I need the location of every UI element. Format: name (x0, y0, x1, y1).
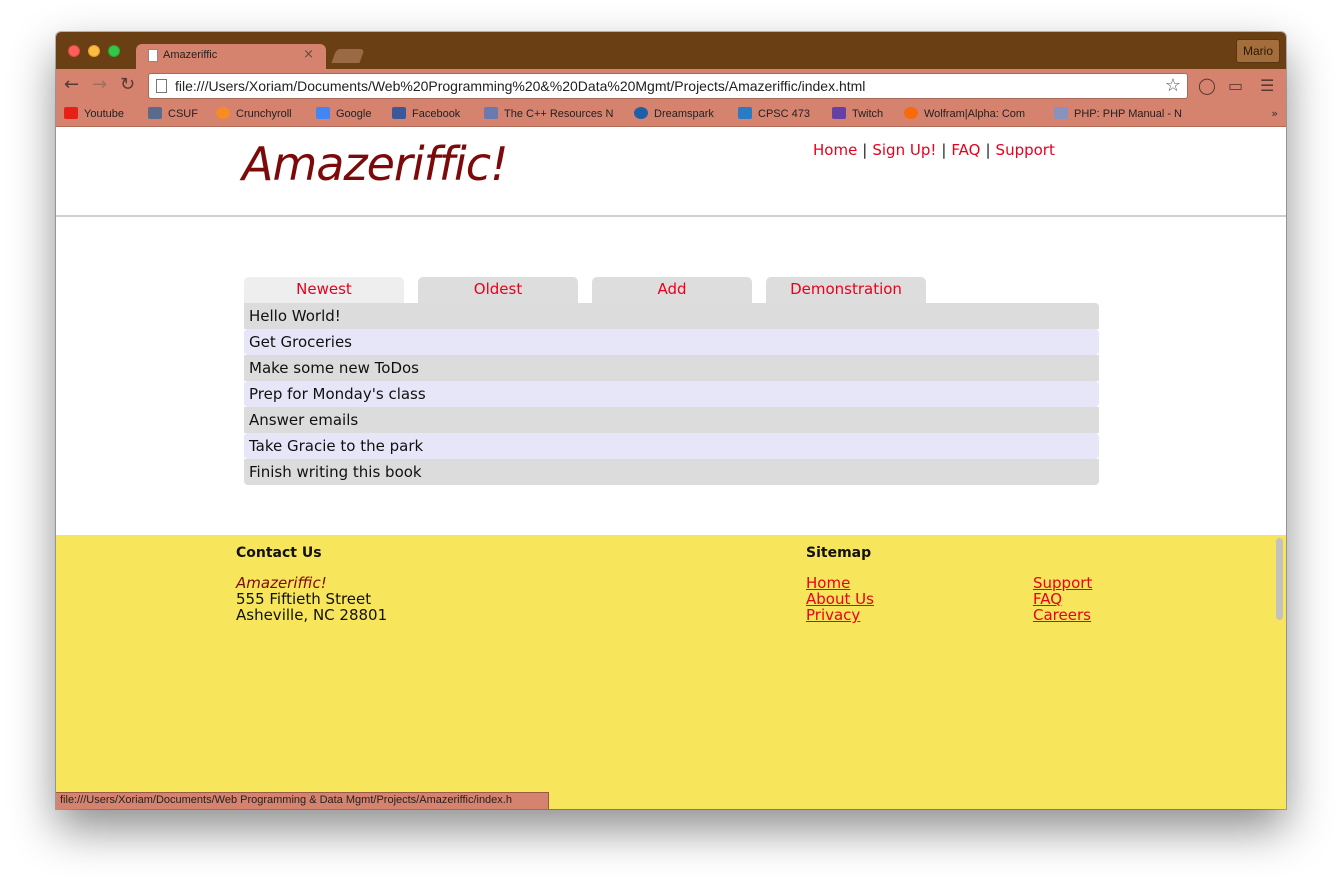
bookmark-facebook[interactable]: Facebook (392, 107, 460, 121)
profile-button[interactable]: Mario (1235, 39, 1280, 63)
browser-tab[interactable]: Amazeriffic × (136, 44, 326, 70)
google-icon (316, 107, 330, 119)
crunchyroll-icon (216, 107, 230, 119)
sitemap-support-link[interactable]: Support (1033, 575, 1092, 591)
bookmark-csuf[interactable]: CSUF (148, 107, 198, 121)
sitemap-privacy-link[interactable]: Privacy (806, 607, 860, 623)
url-text[interactable]: file:///Users/Xoriam/Documents/Web%20Pro… (175, 78, 865, 94)
site-logo: Amazeriffic! (242, 137, 509, 191)
back-arrow-icon[interactable]: ← (64, 74, 79, 96)
document-icon (148, 49, 158, 62)
todo-item: Make some new ToDos (244, 355, 1099, 381)
nav-separator: | (941, 141, 947, 159)
csuf-icon (148, 107, 162, 119)
extension-icon[interactable]: ◯ (1198, 77, 1216, 95)
sitemap-home-link[interactable]: Home (806, 575, 850, 591)
nav-signup-link[interactable]: Sign Up! (872, 141, 936, 159)
todo-item: Prep for Monday's class (244, 381, 1099, 407)
bookmark-google[interactable]: Google (316, 107, 371, 121)
title-bar: Amazeriffic × Mario (56, 32, 1286, 70)
php-icon (1054, 107, 1068, 119)
maximize-window-button[interactable] (108, 45, 120, 57)
more-bookmarks-icon[interactable]: » (1271, 107, 1278, 120)
cpsc-icon (738, 107, 752, 119)
browser-window: Amazeriffic × Mario ← → ↻ file:///Users/… (56, 32, 1286, 809)
tab-newest[interactable]: Newest (244, 277, 404, 303)
page-scrollbar[interactable] (1272, 535, 1286, 625)
sitemap-heading: Sitemap (806, 545, 872, 561)
dreamspark-icon (634, 107, 648, 119)
scrollbar-thumb[interactable] (1276, 538, 1283, 620)
nav-home-link[interactable]: Home (813, 141, 857, 159)
cpp-icon (484, 107, 498, 119)
header-divider (56, 215, 1286, 217)
bookmark-php-manual[interactable]: PHP: PHP Manual - N (1054, 107, 1182, 121)
status-bar-url: file:///Users/Xoriam/Documents/Web Progr… (56, 792, 549, 809)
footer-address-line1: 555 Fiftieth Street (236, 590, 372, 608)
tab-oldest[interactable]: Oldest (418, 277, 578, 303)
bookmark-youtube[interactable]: Youtube (64, 107, 124, 121)
minimize-window-button[interactable] (88, 45, 100, 57)
address-bar[interactable]: file:///Users/Xoriam/Documents/Web%20Pro… (148, 73, 1188, 99)
bookmark-twitch[interactable]: Twitch (832, 107, 883, 121)
menu-icon[interactable]: ☰ (1260, 77, 1274, 95)
new-tab-button[interactable] (331, 49, 365, 63)
todo-item: Get Groceries (244, 329, 1099, 355)
todo-item: Hello World! (244, 303, 1099, 329)
footer: Contact Us Amazeriffic! 555 Fiftieth Str… (56, 535, 1286, 809)
page-icon (156, 79, 167, 93)
wolfram-icon (904, 107, 918, 119)
bookmarks-bar: Youtube CSUF Crunchyroll Google Facebook… (56, 103, 1286, 127)
facebook-icon (392, 107, 406, 119)
bookmark-dreamspark[interactable]: Dreamspark (634, 107, 714, 121)
tab-title: Amazeriffic (163, 49, 218, 61)
forward-arrow-icon[interactable]: → (92, 74, 107, 96)
sitemap-faq-link[interactable]: FAQ (1033, 591, 1062, 607)
bookmark-crunchyroll[interactable]: Crunchyroll (216, 107, 292, 121)
nav-separator: | (862, 141, 868, 159)
sitemap-careers-link[interactable]: Careers (1033, 607, 1091, 623)
tab-add[interactable]: Add (592, 277, 752, 303)
sitemap-about-link[interactable]: About Us (806, 591, 874, 607)
todo-item: Answer emails (244, 407, 1099, 433)
bookmark-wolfram[interactable]: Wolfram|Alpha: Com (904, 107, 1025, 121)
youtube-icon (64, 107, 78, 119)
todo-item: Take Gracie to the park (244, 433, 1099, 459)
contact-heading: Contact Us (236, 545, 322, 561)
twitch-icon (832, 107, 846, 119)
footer-company-name: Amazeriffic! (236, 574, 327, 592)
browser-toolbar: ← → ↻ file:///Users/Xoriam/Documents/Web… (56, 69, 1286, 103)
footer-address-line2: Asheville, NC 28801 (236, 606, 388, 624)
nav-faq-link[interactable]: FAQ (951, 141, 980, 159)
nav-support-link[interactable]: Support (996, 141, 1055, 159)
bookmark-star-icon[interactable]: ☆ (1165, 75, 1181, 96)
bookmark-cpp-resources[interactable]: The C++ Resources N (484, 107, 613, 121)
bookmark-cpsc-473[interactable]: CPSC 473 (738, 107, 810, 121)
page-content: Amazeriffic! Home | Sign Up! | FAQ | Support N… (56, 127, 1286, 809)
cast-icon[interactable]: ▭ (1228, 77, 1243, 95)
nav-separator: | (985, 141, 991, 159)
reload-icon[interactable]: ↻ (120, 74, 135, 96)
close-window-button[interactable] (68, 45, 80, 57)
top-navigation: Home | Sign Up! | FAQ | Support (813, 141, 1055, 159)
tab-close-icon[interactable]: × (303, 47, 314, 62)
todo-item: Finish writing this book (244, 459, 1099, 485)
tab-demonstration[interactable]: Demonstration (766, 277, 926, 303)
todo-list: Hello World! Get Groceries Make some new… (244, 303, 1099, 485)
